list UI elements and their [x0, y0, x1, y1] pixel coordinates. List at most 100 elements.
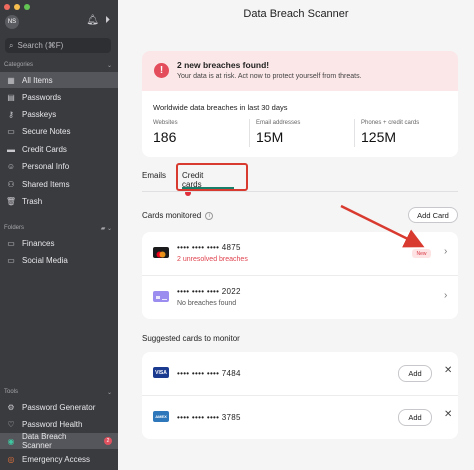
sidebar-item-passwords[interactable]: ▤ Passwords — [0, 89, 118, 105]
sidebar-item-label: Social Media — [22, 255, 68, 265]
page-title: Data Breach Scanner — [243, 8, 349, 20]
people-icon: ⚇ — [7, 179, 15, 189]
sidebar-item-secure-notes[interactable]: ▭ Secure Notes — [0, 123, 118, 139]
stat-value: 186 — [153, 129, 177, 145]
sidebar-item-shared-items[interactable]: ⚇ Shared Items — [0, 176, 118, 192]
tools-header[interactable]: Tools ⌄ — [4, 389, 112, 396]
section-label: Cards monitored — [142, 211, 202, 220]
breach-count-badge: 2 — [104, 437, 112, 445]
categories-header[interactable]: Categories ⌄ — [4, 62, 112, 69]
add-button[interactable]: Add — [398, 409, 432, 426]
card-status: No breaches found — [177, 300, 237, 307]
search-input[interactable]: ⌕ Search (⌘F) — [5, 38, 111, 53]
sidebar-item-all-items[interactable]: ▦ All Items — [0, 72, 118, 88]
sidebar-item-label: Data Breach Scanner — [21, 432, 67, 450]
close-icon[interactable]: ✕ — [444, 409, 452, 420]
search-icon: ⌕ — [9, 40, 14, 50]
info-icon[interactable]: i — [205, 211, 214, 220]
card-number: •••• •••• •••• 4875 — [177, 243, 241, 252]
sidebar-item-personal-info[interactable]: ☺ Personal Info — [0, 158, 118, 174]
sidebar-item-password-generator[interactable]: ⚙︎ Password Generator — [0, 399, 118, 415]
window-controls — [4, 4, 30, 10]
stats-heading: Worldwide data breaches in last 30 days — [153, 103, 288, 112]
tools-label: Tools — [4, 389, 19, 395]
avatar[interactable]: NS — [5, 15, 19, 29]
stat-phones-cards: Phones + credit cards 125M — [361, 120, 419, 145]
add-button[interactable]: Add — [398, 365, 432, 382]
sidebar-item-label: Password Health — [22, 419, 83, 429]
suggested-cards-title: Suggested cards to monitor — [142, 334, 240, 343]
lifebuoy-icon: ◎ — [7, 454, 15, 464]
cards-monitored-title: Cards monitored i — [142, 211, 214, 220]
stat-value: 15M — [256, 129, 284, 145]
alert-icon: ! — [154, 63, 169, 78]
tab-divider — [142, 191, 458, 192]
sidebar-item-credit-cards[interactable]: ▬ Credit Cards — [0, 141, 118, 157]
bell-icon[interactable]: 🔔︎ — [86, 15, 99, 26]
key-icon: ▤ — [7, 92, 15, 102]
breach-stats: Worldwide data breaches in last 30 days … — [142, 91, 458, 157]
chevron-down-icon: ⌄ — [106, 390, 112, 396]
card-number: •••• •••• •••• 3785 — [177, 413, 241, 422]
sidebar-item-social-media[interactable]: ▭ Social Media — [0, 252, 118, 268]
generic-card-icon — [153, 291, 169, 302]
sidebar-item-label: Password Generator — [22, 402, 96, 412]
search-placeholder: Search (⌘F) — [17, 41, 64, 50]
monitored-card-row[interactable]: •••• •••• •••• 2022 No breaches found › — [142, 276, 458, 319]
suggested-card-row: VISA •••• •••• •••• 7484 Add ✕ — [142, 352, 458, 395]
sidebar-item-label: Passwords — [22, 92, 62, 102]
card-number: •••• •••• •••• 7484 — [177, 369, 241, 378]
visa-icon: VISA — [153, 367, 169, 378]
chevron-down-icon: ⌄ — [106, 63, 112, 69]
share-icon[interactable]: ⏵︎ — [105, 15, 110, 26]
add-folder-icon[interactable]: ▰ ⌄ — [101, 225, 112, 232]
sidebar-item-passkeys[interactable]: ⚷ Passkeys — [0, 106, 118, 122]
close-window-button[interactable] — [4, 4, 10, 10]
folders-header[interactable]: Folders ▰ ⌄ — [4, 225, 112, 232]
sidebar-item-label: All Items — [22, 75, 53, 85]
scanner-icon: ◉ — [7, 436, 15, 446]
sidebar-item-trash[interactable]: 🗑︎ Trash — [0, 193, 118, 209]
sidebar: NS 🔔︎ ⏵︎ ⌕ Search (⌘F) Categories ⌄ ▦ Al… — [0, 0, 118, 470]
sidebar-top-icons: 🔔︎ ⏵︎ — [86, 15, 110, 26]
sidebar-item-data-breach-scanner[interactable]: ◉ Data Breach Scanner 2 — [0, 432, 118, 450]
alert-subtitle: Your data is at risk. Act now to protect… — [177, 73, 362, 80]
sidebar-item-label: Passkeys — [22, 109, 57, 119]
sidebar-item-finances[interactable]: ▭ Finances — [0, 235, 118, 251]
monitored-card-row[interactable]: •••• •••• •••• 4875 2 unresolved breache… — [142, 232, 458, 275]
trash-icon: 🗑︎ — [5, 196, 17, 206]
alert-title: 2 new breaches found! — [177, 60, 270, 70]
sidebar-item-emergency-access[interactable]: ◎ Emergency Access — [0, 451, 118, 467]
stat-value: 125M — [361, 129, 397, 145]
mastercard-icon — [153, 247, 169, 258]
sidebar-item-label: Trash — [22, 196, 43, 206]
sidebar-item-label: Credit Cards — [22, 144, 67, 154]
main-panel: Data Breach Scanner ! 2 new breaches fou… — [118, 0, 474, 470]
categories-label: Categories — [4, 62, 34, 68]
new-badge: New — [412, 249, 431, 258]
maximize-window-button[interactable] — [24, 4, 30, 10]
tab-emails[interactable]: Emails — [142, 171, 166, 180]
stat-websites: Websites 186 — [153, 120, 178, 145]
sidebar-item-label: Emergency Access — [22, 454, 91, 464]
passkey-icon: ⚷ — [8, 109, 14, 119]
stat-emails: Email addresses 15M — [256, 120, 300, 145]
divider — [354, 119, 355, 147]
sidebar-item-password-health[interactable]: ♡ Password Health — [0, 416, 118, 432]
heart-icon: ♡ — [7, 419, 15, 429]
sidebar-item-label: Finances — [22, 238, 55, 248]
stat-label: Email addresses — [256, 120, 301, 126]
minimize-window-button[interactable] — [14, 4, 20, 10]
chevron-right-icon[interactable]: › — [444, 290, 447, 301]
grid-icon: ▦ — [7, 75, 15, 85]
generator-icon: ⚙︎ — [7, 402, 15, 412]
chevron-right-icon[interactable]: › — [444, 246, 447, 257]
close-icon[interactable]: ✕ — [444, 365, 452, 376]
folder-icon: ▭ — [7, 238, 15, 248]
add-card-button[interactable]: Add Card — [408, 207, 458, 223]
folders-label: Folders — [4, 225, 25, 231]
note-icon: ▭ — [7, 126, 15, 136]
stat-label: Phones + credit cards — [361, 120, 420, 126]
person-icon: ☺ — [6, 161, 16, 171]
card-icon: ▬ — [7, 144, 15, 154]
